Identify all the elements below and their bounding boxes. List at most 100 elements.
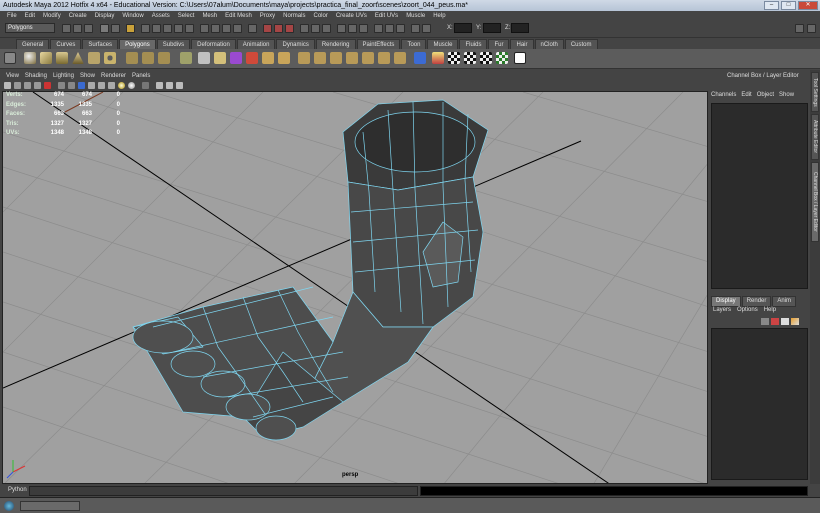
uv-mask-icon[interactable] [174, 24, 183, 33]
perspective-viewport[interactable] [2, 91, 708, 484]
sculpt-geometry-icon[interactable] [432, 52, 444, 64]
uv-automatic-icon[interactable] [496, 52, 508, 64]
tab-attribute-editor[interactable]: Attribute Editor [811, 114, 819, 160]
poly-cube-icon[interactable] [40, 52, 52, 64]
minimize-button[interactable]: – [764, 1, 779, 10]
menu-muscle[interactable]: Muscle [402, 11, 429, 21]
hidden-mask-icon[interactable] [185, 24, 194, 33]
z-field[interactable] [511, 23, 529, 33]
hypergraph-toggle-icon[interactable] [396, 24, 405, 33]
menu-edit-mesh[interactable]: Edit Mesh [221, 11, 256, 21]
history-icon[interactable] [248, 24, 257, 33]
snap-to-grid-icon[interactable] [200, 24, 209, 33]
layer-menu-layers[interactable]: Layers [713, 307, 731, 313]
tab-tool-settings[interactable]: Tool Settings [811, 72, 819, 112]
channel-box-list[interactable] [711, 103, 808, 289]
wireframe-icon[interactable] [78, 82, 85, 89]
tab-hair[interactable]: Hair [510, 39, 534, 49]
y-field[interactable] [483, 23, 501, 33]
shelf-menu-icon[interactable] [4, 52, 16, 64]
tab-animation[interactable]: Animation [236, 39, 276, 49]
panel-layout-2-icon[interactable] [807, 24, 816, 33]
tab-fur[interactable]: Fur [488, 39, 510, 49]
panel-menu-lighting[interactable]: Lighting [50, 71, 77, 81]
planar-mapping-icon[interactable] [414, 52, 426, 64]
bevel-icon[interactable] [378, 52, 390, 64]
command-language-label[interactable]: Python [8, 487, 27, 493]
menu-proxy[interactable]: Proxy [256, 11, 279, 21]
menu-set-dropdown[interactable]: Polygons [5, 23, 55, 33]
combine-icon[interactable] [126, 52, 138, 64]
xray-icon[interactable] [142, 82, 149, 89]
panel-menu-show[interactable]: Show [77, 71, 98, 81]
menu-file[interactable]: File [3, 11, 21, 21]
vertex-mask-icon[interactable] [141, 24, 150, 33]
bool-difference-icon[interactable] [230, 52, 242, 64]
mirror-geometry-icon[interactable] [262, 52, 274, 64]
menu-display[interactable]: Display [91, 11, 119, 21]
channel-menu-show[interactable]: Show [779, 92, 794, 98]
reduce-icon[interactable] [198, 52, 210, 64]
tab-subdivs[interactable]: Subdivs [156, 39, 191, 49]
rename-icon[interactable] [322, 24, 331, 33]
menu-window[interactable]: Window [118, 11, 147, 21]
taskbar-maya-button[interactable] [20, 501, 80, 511]
snap-to-point-icon[interactable] [222, 24, 231, 33]
poly-sphere-icon[interactable] [24, 52, 36, 64]
channel-box-toggle-icon[interactable] [348, 24, 357, 33]
menu-edit-uvs[interactable]: Edit UVs [371, 11, 402, 21]
tab-surfaces[interactable]: Surfaces [82, 39, 119, 49]
film-gate-icon[interactable] [68, 82, 75, 89]
outliner-toggle-icon[interactable] [385, 24, 394, 33]
layer-menu-help[interactable]: Help [764, 307, 776, 313]
uv-planar-icon[interactable] [448, 52, 460, 64]
hud-toggle-icon[interactable] [166, 82, 173, 89]
isolate-select-icon[interactable] [156, 82, 163, 89]
select-camera-icon[interactable] [4, 82, 11, 89]
shadows-icon[interactable] [128, 82, 135, 89]
save-scene-icon[interactable] [84, 24, 93, 33]
channel-menu-object[interactable]: Object [757, 92, 774, 98]
sidebar-toggle-icon[interactable] [337, 24, 346, 33]
menu-assets[interactable]: Assets [148, 11, 174, 21]
input-mode-icon[interactable] [411, 24, 420, 33]
new-layer-selected-icon[interactable] [791, 318, 799, 325]
bridge-icon[interactable] [314, 52, 326, 64]
smooth-icon[interactable] [180, 52, 192, 64]
new-empty-layer-icon[interactable] [781, 318, 789, 325]
open-scene-icon[interactable] [73, 24, 82, 33]
panel-layout-icon[interactable] [795, 24, 804, 33]
tab-deformation[interactable]: Deformation [191, 39, 236, 49]
face-mask-icon[interactable] [163, 24, 172, 33]
channel-menu-channels[interactable]: Channels [711, 92, 736, 98]
tab-general[interactable]: General [16, 39, 50, 49]
bool-union-icon[interactable] [214, 52, 226, 64]
textured-icon[interactable] [108, 82, 115, 89]
panel-menu-renderer[interactable]: Renderer [98, 71, 129, 81]
menu-create-uvs[interactable]: Create UVs [332, 11, 371, 21]
extrude-icon[interactable] [298, 52, 310, 64]
use-all-lights-icon[interactable] [118, 82, 125, 89]
select-by-hierarchy-icon[interactable] [100, 24, 109, 33]
extract-icon[interactable] [158, 52, 170, 64]
layer-move-up-icon[interactable] [761, 318, 769, 325]
high-quality-icon[interactable] [176, 82, 183, 89]
snap-to-plane-icon[interactable] [233, 24, 242, 33]
select-by-object-icon[interactable] [111, 24, 120, 33]
snap-to-curve-icon[interactable] [211, 24, 220, 33]
edge-mask-icon[interactable] [152, 24, 161, 33]
tool-settings-toggle-icon[interactable] [374, 24, 383, 33]
menu-color[interactable]: Color [309, 11, 331, 21]
uv-cylindrical-icon[interactable] [464, 52, 476, 64]
merge-vertices-icon[interactable] [394, 52, 406, 64]
panel-menu-view[interactable]: View [3, 71, 22, 81]
tab-custom[interactable]: Custom [564, 39, 598, 49]
command-input[interactable] [29, 486, 418, 496]
menu-create[interactable]: Create [65, 11, 91, 21]
close-button[interactable]: ✕ [798, 1, 818, 10]
x-field[interactable] [454, 23, 472, 33]
tab-render[interactable]: Render [741, 296, 772, 307]
start-orb-icon[interactable] [4, 501, 14, 511]
gate-mask-icon[interactable] [44, 82, 51, 89]
construction-history-icon[interactable] [300, 24, 309, 33]
